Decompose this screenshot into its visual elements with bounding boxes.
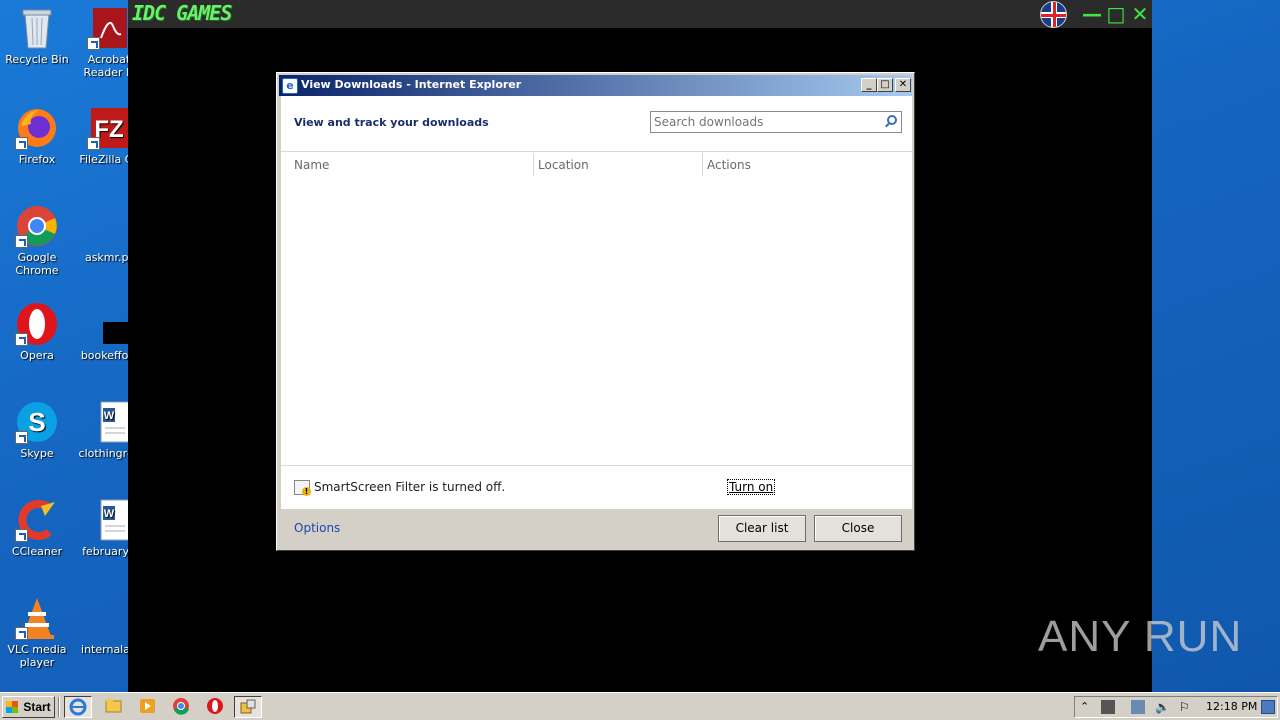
desktop-icon-label: CCleaner xyxy=(11,545,63,558)
column-separator xyxy=(702,153,703,176)
show-desktop-icon[interactable] xyxy=(1261,700,1275,714)
shortcut-arrow-icon xyxy=(15,137,28,150)
desktop-icon-chrome[interactable]: Google Chrome xyxy=(0,204,74,277)
ccleaner-icon xyxy=(15,498,59,542)
clock[interactable]: 12:18 PM xyxy=(1206,700,1257,713)
windows-logo-icon xyxy=(6,701,18,713)
desktop-icon-label: Acrobat Reader D xyxy=(83,53,135,79)
taskbar-app-icon[interactable] xyxy=(234,696,262,718)
chrome-icon xyxy=(15,204,59,248)
start-button[interactable]: Start xyxy=(2,696,55,718)
desktop-icon-firefox[interactable]: Firefox xyxy=(0,106,74,166)
dialog-maximize-button[interactable]: □ xyxy=(877,78,893,92)
taskbar-ie-icon[interactable] xyxy=(64,696,92,718)
word-doc-icon: W xyxy=(87,498,131,542)
ie-icon: e xyxy=(282,78,298,94)
taskbar-opera-icon[interactable] xyxy=(202,696,230,718)
opera-icon xyxy=(15,302,59,346)
shortcut-arrow-icon xyxy=(15,235,28,248)
svg-text:S: S xyxy=(28,407,45,437)
acrobat-icon xyxy=(87,6,131,50)
search-input[interactable] xyxy=(654,114,874,130)
svg-text:W: W xyxy=(104,410,115,422)
shortcut-arrow-icon xyxy=(15,431,28,444)
action-center-icon[interactable] xyxy=(1101,700,1115,714)
anyrun-watermark: ANY RUN xyxy=(1038,612,1243,661)
dialog-title: View Downloads - Internet Explorer xyxy=(301,78,522,91)
game-minimize-button[interactable]: — xyxy=(1082,4,1102,24)
taskbar-separator xyxy=(58,697,60,717)
close-button[interactable]: Close xyxy=(814,515,902,542)
turn-on-link[interactable]: Turn on xyxy=(727,479,776,495)
flag-icon[interactable]: ⚐ xyxy=(1179,700,1193,714)
word-doc-icon: W xyxy=(87,400,131,444)
dialog-minimize-button[interactable]: _ xyxy=(861,78,877,92)
header-divider xyxy=(281,151,912,152)
taskbar: Start ⌃ 🔈 ⚐ 12:18 PM xyxy=(0,692,1280,720)
skype-icon: S xyxy=(15,400,59,444)
show-hidden-icons-icon[interactable]: ⌃ xyxy=(1080,700,1094,714)
desktop: Recycle Bin Firefox Google Chrome Opera … xyxy=(0,0,1280,692)
smartscreen-divider xyxy=(281,465,912,466)
desktop-icon-recycle-bin[interactable]: Recycle Bin xyxy=(0,6,74,66)
search-box[interactable] xyxy=(650,111,902,133)
column-header-name[interactable]: Name xyxy=(294,158,329,172)
shortcut-arrow-icon xyxy=(15,529,28,542)
uk-flag-icon[interactable] xyxy=(1040,1,1067,28)
search-icon[interactable] xyxy=(887,115,897,125)
smartscreen-warning-icon xyxy=(294,480,311,496)
firefox-icon xyxy=(15,106,59,150)
downloads-content: View and track your downloads Name Locat… xyxy=(281,96,912,509)
shortcut-arrow-icon xyxy=(87,37,100,50)
recycle-bin-icon xyxy=(15,6,59,50)
game-close-button[interactable]: ✕ xyxy=(1130,4,1150,24)
desktop-icon-label: askmr.pr xyxy=(84,251,134,264)
filezilla-icon: FZ xyxy=(87,106,131,150)
black-file-icon xyxy=(87,302,131,346)
taskbar-chrome-icon[interactable] xyxy=(168,696,196,718)
start-label: Start xyxy=(23,700,51,714)
shortcut-arrow-icon xyxy=(15,333,28,346)
volume-icon[interactable]: 🔈 xyxy=(1155,700,1170,714)
desktop-icon-opera[interactable]: Opera xyxy=(0,302,74,362)
dialog-close-button[interactable]: ✕ xyxy=(895,78,911,92)
desktop-icon-label: Skype xyxy=(20,447,54,460)
column-header-location[interactable]: Location xyxy=(538,158,589,172)
page-heading: View and track your downloads xyxy=(294,116,489,129)
vlc-icon xyxy=(15,596,59,640)
idc-games-logo: IDC GAMES xyxy=(132,1,232,25)
view-downloads-dialog: e View Downloads - Internet Explorer _ □… xyxy=(276,72,915,551)
shortcut-arrow-icon xyxy=(15,627,28,640)
smartscreen-status-text: SmartScreen Filter is turned off. xyxy=(314,480,506,494)
shortcut-arrow-icon xyxy=(87,137,100,150)
column-separator xyxy=(533,153,534,176)
desktop-icon-vlc[interactable]: VLC media player xyxy=(0,596,74,669)
taskbar-explorer-icon[interactable] xyxy=(100,696,128,718)
game-titlebar[interactable]: IDC GAMES — □ ✕ xyxy=(128,0,1152,28)
options-link[interactable]: Options xyxy=(294,521,340,535)
blank-file-icon xyxy=(87,204,131,248)
network-icon[interactable] xyxy=(1131,700,1145,714)
column-header-actions[interactable]: Actions xyxy=(707,158,751,172)
desktop-icon-label: Recycle Bin xyxy=(5,53,69,66)
taskbar-media-player-icon[interactable] xyxy=(134,696,162,718)
desktop-icon-ccleaner[interactable]: CCleaner xyxy=(0,498,74,558)
svg-text:W: W xyxy=(104,508,115,520)
desktop-icon-label: VLC media player xyxy=(7,643,67,669)
system-tray: ⌃ 🔈 ⚐ 12:18 PM xyxy=(1074,696,1278,718)
clear-list-button[interactable]: Clear list xyxy=(718,515,806,542)
blank-file-icon xyxy=(87,596,131,640)
desktop-icon-label: Google Chrome xyxy=(15,251,59,277)
dialog-titlebar[interactable]: e View Downloads - Internet Explorer _ □… xyxy=(279,75,912,96)
game-maximize-button[interactable]: □ xyxy=(1106,4,1126,24)
desktop-icon-skype[interactable]: S Skype xyxy=(0,400,74,460)
desktop-icon-label: Firefox xyxy=(18,153,56,166)
desktop-icon-label: Opera xyxy=(20,349,54,362)
